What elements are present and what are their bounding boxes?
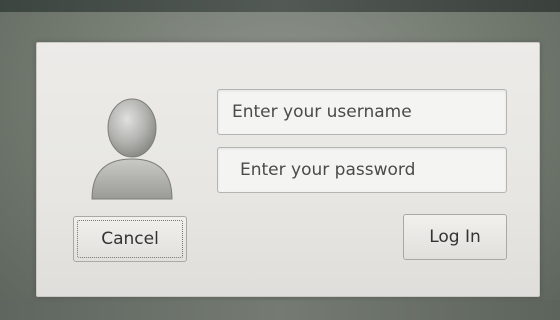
desktop-bottom-edge xyxy=(0,300,560,320)
password-input[interactable]: Enter your password xyxy=(217,147,507,193)
desktop-top-edge xyxy=(0,0,560,12)
cancel-button[interactable]: Cancel xyxy=(73,216,187,262)
user-avatar-icon xyxy=(87,91,177,201)
login-button[interactable]: Log In xyxy=(403,214,507,260)
login-button-label: Log In xyxy=(429,227,481,247)
login-dialog: Enter your username Enter your password … xyxy=(36,42,540,297)
password-placeholder: Enter your password xyxy=(240,160,416,180)
username-input[interactable]: Enter your username xyxy=(217,89,507,135)
username-placeholder: Enter your username xyxy=(232,102,412,122)
cancel-button-label: Cancel xyxy=(101,229,159,249)
